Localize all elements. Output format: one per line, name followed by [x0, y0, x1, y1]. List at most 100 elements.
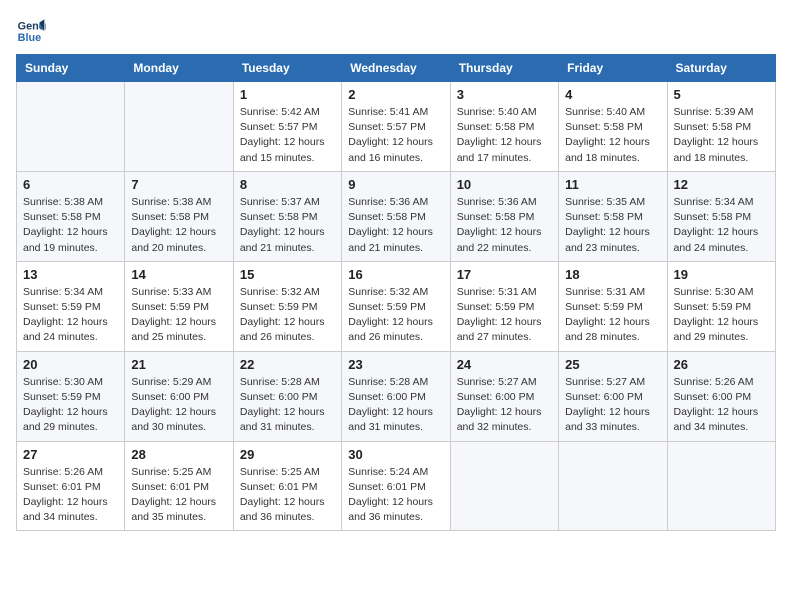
weekday-header-friday: Friday	[559, 55, 667, 82]
calendar-cell: 13 Sunrise: 5:34 AMSunset: 5:59 PMDayligh…	[17, 261, 125, 351]
day-number: 15	[240, 267, 335, 282]
week-row-2: 6Sunrise: 5:38 AMSunset: 5:58 PMDaylight…	[17, 171, 776, 261]
weekday-header-row: SundayMondayTuesdayWednesdayThursdayFrid…	[17, 55, 776, 82]
week-row-4: 20 Sunrise: 5:30 AMSunset: 5:59 PMDayligh…	[17, 351, 776, 441]
calendar-cell: 4 Sunrise: 5:40 AMSunset: 5:58 PMDaylight…	[559, 82, 667, 172]
calendar-cell: 15 Sunrise: 5:32 AMSunset: 5:59 PMDayligh…	[233, 261, 341, 351]
day-info: Sunrise: 5:27 AMSunset: 6:00 PMDaylight:…	[565, 375, 660, 436]
day-info: Sunrise: 5:36 AMSunset: 5:58 PMDaylight:…	[457, 195, 552, 256]
day-info: Sunrise: 5:28 AMSunset: 6:00 PMDaylight:…	[348, 375, 443, 436]
calendar-cell: 22 Sunrise: 5:28 AMSunset: 6:00 PMDayligh…	[233, 351, 341, 441]
day-info: Sunrise: 5:27 AMSunset: 6:00 PMDaylight:…	[457, 375, 552, 436]
day-number: 16	[348, 267, 443, 282]
day-info: Sunrise: 5:41 AMSunset: 5:57 PMDaylight:…	[348, 105, 443, 166]
calendar-cell: 12 Sunrise: 5:34 AMSunset: 5:58 PMDayligh…	[667, 171, 775, 261]
day-info: Sunrise: 5:34 AMSunset: 5:59 PMDaylight:…	[23, 285, 118, 346]
day-info: Sunrise: 5:40 AMSunset: 5:58 PMDaylight:…	[565, 105, 660, 166]
calendar-cell	[667, 441, 775, 531]
day-number: 4	[565, 87, 660, 102]
day-info: Sunrise: 5:37 AMSunset: 5:58 PMDaylight:…	[240, 195, 335, 256]
day-number: 27	[23, 447, 118, 462]
weekday-header-tuesday: Tuesday	[233, 55, 341, 82]
calendar-cell: 27 Sunrise: 5:26 AMSunset: 6:01 PMDayligh…	[17, 441, 125, 531]
day-info: Sunrise: 5:30 AMSunset: 5:59 PMDaylight:…	[674, 285, 769, 346]
svg-text:Blue: Blue	[18, 32, 41, 44]
calendar-cell: 21 Sunrise: 5:29 AMSunset: 6:00 PMDayligh…	[125, 351, 233, 441]
day-info: Sunrise: 5:26 AMSunset: 6:01 PMDaylight:…	[23, 465, 118, 526]
week-row-3: 13 Sunrise: 5:34 AMSunset: 5:59 PMDayligh…	[17, 261, 776, 351]
day-number: 3	[457, 87, 552, 102]
day-number: 5	[674, 87, 769, 102]
day-number: 18	[565, 267, 660, 282]
day-number: 24	[457, 357, 552, 372]
day-number: 19	[674, 267, 769, 282]
day-info: Sunrise: 5:32 AMSunset: 5:59 PMDaylight:…	[348, 285, 443, 346]
day-info: Sunrise: 5:29 AMSunset: 6:00 PMDaylight:…	[131, 375, 226, 436]
weekday-header-saturday: Saturday	[667, 55, 775, 82]
logo: General Blue	[16, 16, 50, 46]
day-number: 2	[348, 87, 443, 102]
calendar-cell: 10 Sunrise: 5:36 AMSunset: 5:58 PMDayligh…	[450, 171, 558, 261]
calendar-cell: 8 Sunrise: 5:37 AMSunset: 5:58 PMDaylight…	[233, 171, 341, 261]
day-info: Sunrise: 5:40 AMSunset: 5:58 PMDaylight:…	[457, 105, 552, 166]
day-number: 28	[131, 447, 226, 462]
day-info: Sunrise: 5:24 AMSunset: 6:01 PMDaylight:…	[348, 465, 443, 526]
weekday-header-thursday: Thursday	[450, 55, 558, 82]
calendar-cell: 26Sunrise: 5:26 AMSunset: 6:00 PMDayligh…	[667, 351, 775, 441]
day-info: Sunrise: 5:31 AMSunset: 5:59 PMDaylight:…	[565, 285, 660, 346]
day-number: 23	[348, 357, 443, 372]
calendar-cell: 11Sunrise: 5:35 AMSunset: 5:58 PMDayligh…	[559, 171, 667, 261]
day-number: 30	[348, 447, 443, 462]
day-info: Sunrise: 5:42 AMSunset: 5:57 PMDaylight:…	[240, 105, 335, 166]
day-info: Sunrise: 5:32 AMSunset: 5:59 PMDaylight:…	[240, 285, 335, 346]
calendar-cell: 16 Sunrise: 5:32 AMSunset: 5:59 PMDayligh…	[342, 261, 450, 351]
day-number: 25	[565, 357, 660, 372]
calendar-cell: 9Sunrise: 5:36 AMSunset: 5:58 PMDaylight…	[342, 171, 450, 261]
calendar-cell	[125, 82, 233, 172]
day-number: 21	[131, 357, 226, 372]
day-info: Sunrise: 5:39 AMSunset: 5:58 PMDaylight:…	[674, 105, 769, 166]
calendar-cell: 6Sunrise: 5:38 AMSunset: 5:58 PMDaylight…	[17, 171, 125, 261]
day-info: Sunrise: 5:35 AMSunset: 5:58 PMDaylight:…	[565, 195, 660, 256]
day-number: 10	[457, 177, 552, 192]
calendar-cell: 19 Sunrise: 5:30 AMSunset: 5:59 PMDayligh…	[667, 261, 775, 351]
day-info: Sunrise: 5:26 AMSunset: 6:00 PMDaylight:…	[674, 375, 769, 436]
logo-icon: General Blue	[16, 16, 46, 46]
calendar-cell: 20 Sunrise: 5:30 AMSunset: 5:59 PMDayligh…	[17, 351, 125, 441]
calendar-cell: 24 Sunrise: 5:27 AMSunset: 6:00 PMDayligh…	[450, 351, 558, 441]
day-info: Sunrise: 5:38 AMSunset: 5:58 PMDaylight:…	[131, 195, 226, 256]
calendar-table: SundayMondayTuesdayWednesdayThursdayFrid…	[16, 54, 776, 531]
calendar-cell: 28Sunrise: 5:25 AMSunset: 6:01 PMDayligh…	[125, 441, 233, 531]
day-info: Sunrise: 5:31 AMSunset: 5:59 PMDaylight:…	[457, 285, 552, 346]
day-number: 17	[457, 267, 552, 282]
calendar-cell: 1 Sunrise: 5:42 AMSunset: 5:57 PMDaylight…	[233, 82, 341, 172]
day-number: 29	[240, 447, 335, 462]
calendar-cell	[559, 441, 667, 531]
day-number: 1	[240, 87, 335, 102]
weekday-header-wednesday: Wednesday	[342, 55, 450, 82]
calendar-cell: 7Sunrise: 5:38 AMSunset: 5:58 PMDaylight…	[125, 171, 233, 261]
calendar-cell: 14Sunrise: 5:33 AMSunset: 5:59 PMDayligh…	[125, 261, 233, 351]
calendar-cell: 5 Sunrise: 5:39 AMSunset: 5:58 PMDaylight…	[667, 82, 775, 172]
weekday-header-monday: Monday	[125, 55, 233, 82]
calendar-cell: 29 Sunrise: 5:25 AMSunset: 6:01 PMDayligh…	[233, 441, 341, 531]
calendar-cell: 3 Sunrise: 5:40 AMSunset: 5:58 PMDaylight…	[450, 82, 558, 172]
day-info: Sunrise: 5:25 AMSunset: 6:01 PMDaylight:…	[240, 465, 335, 526]
week-row-1: 1 Sunrise: 5:42 AMSunset: 5:57 PMDaylight…	[17, 82, 776, 172]
calendar-cell: 30 Sunrise: 5:24 AMSunset: 6:01 PMDayligh…	[342, 441, 450, 531]
day-info: Sunrise: 5:34 AMSunset: 5:58 PMDaylight:…	[674, 195, 769, 256]
calendar-cell: 17 Sunrise: 5:31 AMSunset: 5:59 PMDayligh…	[450, 261, 558, 351]
day-number: 8	[240, 177, 335, 192]
calendar-cell: 23 Sunrise: 5:28 AMSunset: 6:00 PMDayligh…	[342, 351, 450, 441]
day-number: 12	[674, 177, 769, 192]
day-number: 22	[240, 357, 335, 372]
day-info: Sunrise: 5:33 AMSunset: 5:59 PMDaylight:…	[131, 285, 226, 346]
calendar-cell: 25 Sunrise: 5:27 AMSunset: 6:00 PMDayligh…	[559, 351, 667, 441]
calendar-cell: 2 Sunrise: 5:41 AMSunset: 5:57 PMDaylight…	[342, 82, 450, 172]
calendar-cell: 18 Sunrise: 5:31 AMSunset: 5:59 PMDayligh…	[559, 261, 667, 351]
day-number: 20	[23, 357, 118, 372]
day-info: Sunrise: 5:30 AMSunset: 5:59 PMDaylight:…	[23, 375, 118, 436]
day-info: Sunrise: 5:28 AMSunset: 6:00 PMDaylight:…	[240, 375, 335, 436]
page-header: General Blue	[16, 16, 776, 46]
day-number: 13	[23, 267, 118, 282]
